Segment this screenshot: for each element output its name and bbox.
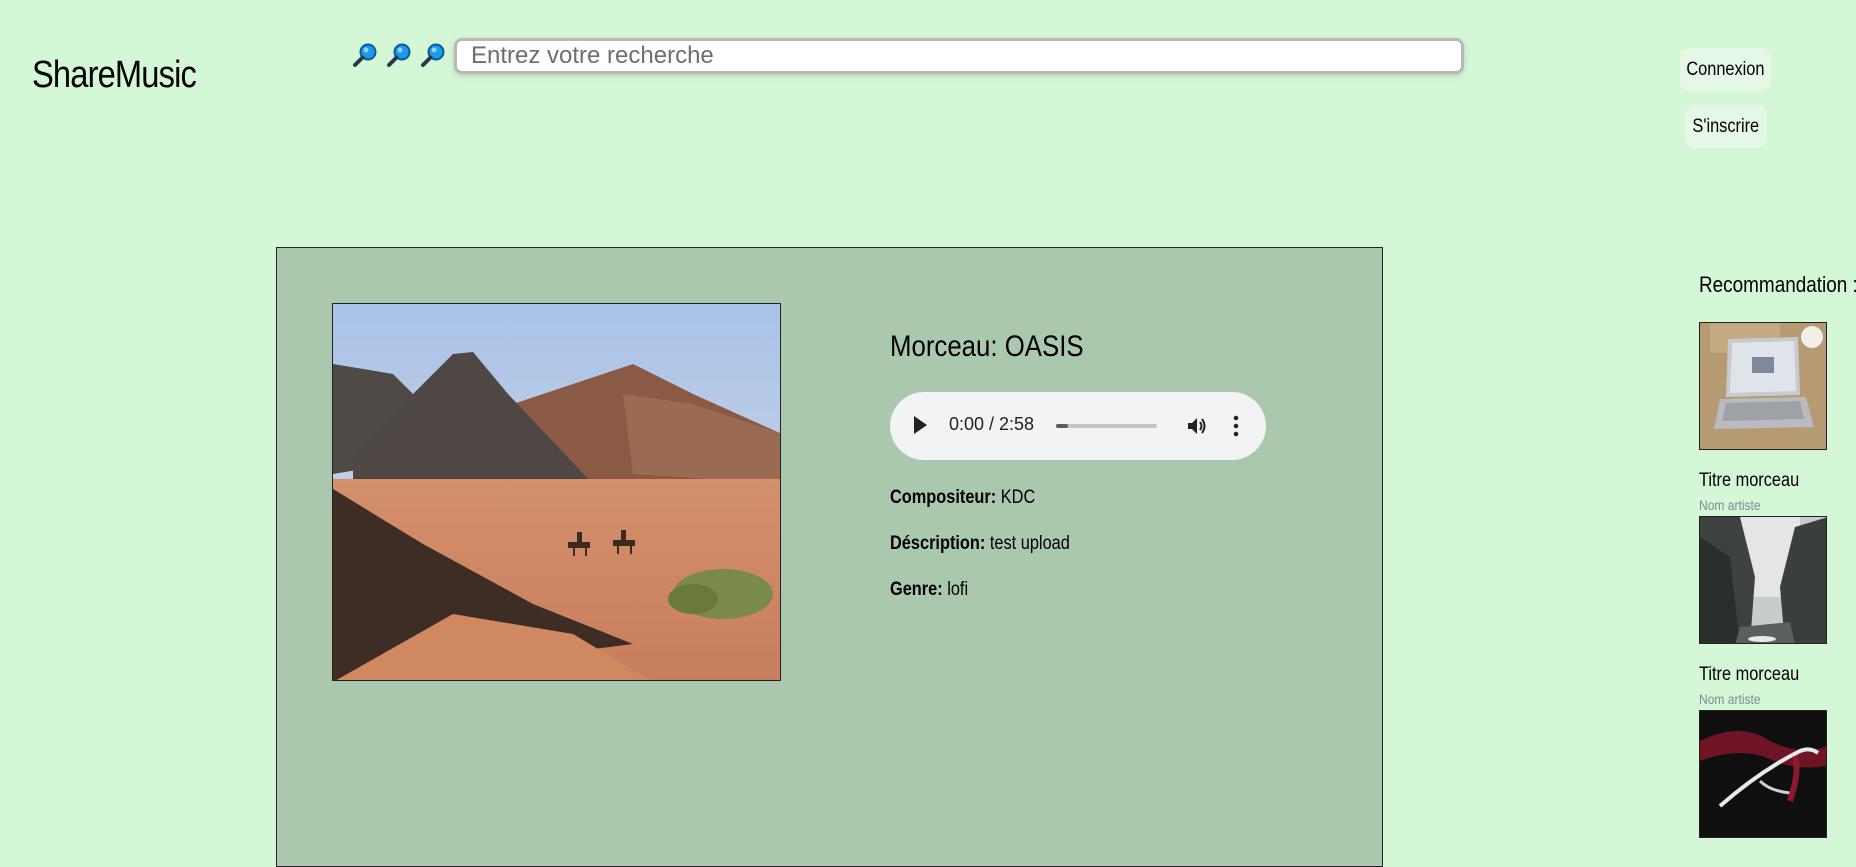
inscrire-button[interactable]: S'inscrire <box>1685 105 1766 148</box>
player-time: 0:00 / 2:58 <box>949 414 1035 434</box>
genre-value: lofi <box>947 579 969 600</box>
search-input[interactable] <box>454 38 1464 74</box>
genre-line: Genre: lofi <box>890 579 981 601</box>
recommendations-title: Recommandation : <box>1699 272 1856 297</box>
magnifier-icon[interactable] <box>420 42 446 68</box>
recommendation-thumbnail-abstract[interactable] <box>1699 710 1827 838</box>
site-logo[interactable]: ShareMusic <box>32 54 197 97</box>
recommendation-title-link[interactable]: Titre morceau <box>1699 470 1816 492</box>
recommendation-artist-link[interactable]: Nom artiste <box>1699 691 1771 707</box>
recommendation-title-link[interactable]: Titre morceau <box>1699 664 1816 686</box>
recommendation-thumbnail-laptop[interactable] <box>1699 322 1827 450</box>
connexion-label: Connexion <box>1686 58 1765 80</box>
volume-icon[interactable] <box>1186 415 1208 437</box>
recommendation-artist-link[interactable]: Nom artiste <box>1699 497 1771 513</box>
track-cover-image <box>332 303 781 681</box>
more-options-icon[interactable] <box>1232 414 1240 438</box>
player-progress-fill <box>1056 424 1069 428</box>
track-title: Morceau: OASIS <box>890 330 1084 363</box>
inscrire-label: S'inscrire <box>1692 115 1759 137</box>
magnifier-icon[interactable] <box>386 42 412 68</box>
connexion-button[interactable]: Connexion <box>1680 48 1771 91</box>
search-icons <box>352 42 446 68</box>
play-icon[interactable] <box>914 416 927 434</box>
recommendation-thumbnail-canyon[interactable] <box>1699 516 1827 644</box>
genre-label: Genre: <box>890 579 943 600</box>
audio-player[interactable]: 0:00 / 2:58 <box>890 392 1266 460</box>
description-label: Déscription: <box>890 533 986 554</box>
magnifier-icon[interactable] <box>352 42 378 68</box>
description-value: test upload <box>989 533 1070 554</box>
compositeur-label: Compositeur: <box>890 487 997 508</box>
track-card: Morceau: OASIS 0:00 / 2:58 Compositeur: … <box>276 247 1383 867</box>
description-line: Déscription: test upload <box>890 533 1099 555</box>
compositeur-line: Compositeur: KDC <box>890 487 1059 509</box>
player-progress-bar[interactable] <box>1056 424 1157 428</box>
compositeur-value: KDC <box>1000 487 1036 508</box>
